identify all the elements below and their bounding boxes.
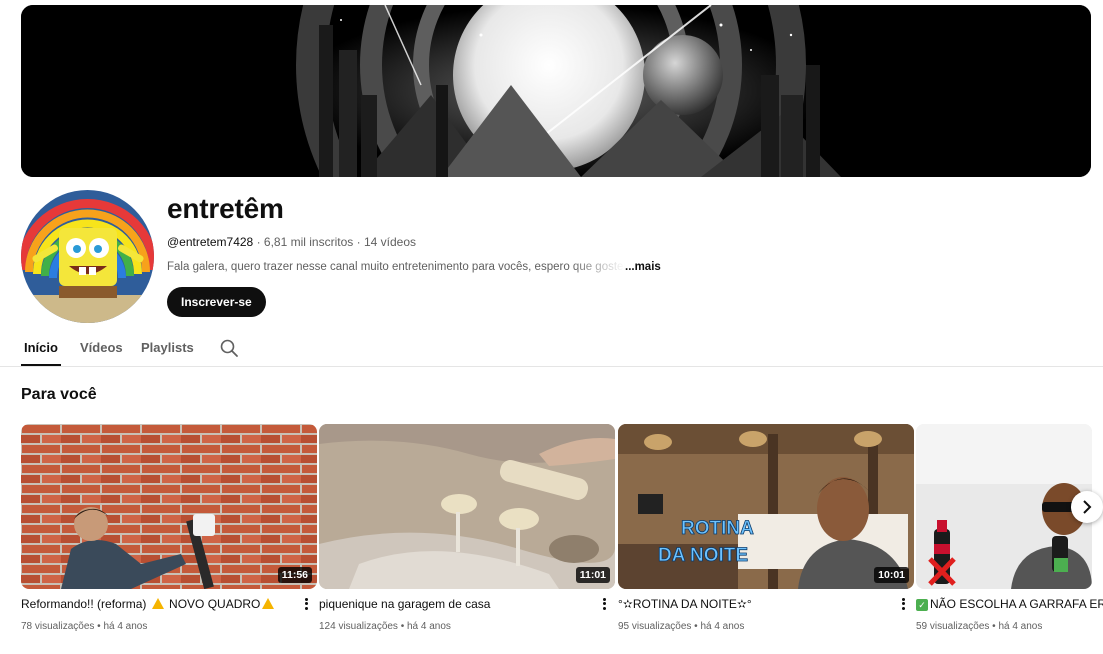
video-views: 95 visualizações (618, 621, 692, 632)
more-link[interactable]: ...mais (625, 261, 661, 273)
channel-meta: @entretem7428 · 6,81 mil inscritos · 14 … (167, 235, 416, 249)
video-thumbnail[interactable]: 11:56 (21, 424, 317, 589)
video-age: há 4 anos (407, 621, 451, 632)
channel-description[interactable]: Fala galera, quero trazer nesse canal mu… (167, 261, 687, 273)
active-tab-indicator (21, 364, 61, 366)
warning-icon (151, 598, 164, 609)
video-title-part: NOVO QUADRO (165, 597, 261, 611)
tab-inicio[interactable]: Início (24, 340, 58, 355)
video-title[interactable]: ✓NÃO ESCOLHA A GARRAFA ERRADA (916, 597, 1103, 611)
meta-separator: · (353, 235, 364, 249)
video-meta: 95 visualizações • há 4 anos (618, 621, 744, 632)
video-thumbnail[interactable]: ROTINA DA NOITE 10:01 (618, 424, 914, 589)
video-views: 78 visualizações (21, 621, 95, 632)
more-options-icon[interactable] (599, 596, 609, 614)
carousel-next-button[interactable] (1071, 491, 1103, 523)
video-age: há 4 anos (700, 621, 745, 632)
video-duration: 10:01 (874, 567, 909, 583)
video-title-text: NÃO ESCOLHA A GARRAFA ERRADA (930, 597, 1103, 611)
more-options-icon[interactable] (898, 596, 908, 614)
more-options-icon[interactable] (301, 596, 311, 614)
subscriber-count: 6,81 mil inscritos (263, 235, 354, 249)
video-title[interactable]: Reformando!! (reforma) NOVO QUADRO (21, 597, 291, 611)
video-thumbnail[interactable] (916, 424, 1092, 589)
video-age: há 4 anos (998, 621, 1043, 632)
video-meta: 59 visualizações • há 4 anos (916, 621, 1042, 632)
video-meta: 78 visualizações • há 4 anos (21, 621, 147, 632)
video-title[interactable]: piquenique na garagem de casa (319, 597, 589, 611)
thumbnail-text: ROTINA (681, 518, 754, 539)
subscribe-button[interactable]: Inscrever-se (167, 287, 266, 317)
warning-icon (262, 598, 275, 609)
channel-handle: @entretem7428 (167, 235, 254, 249)
section-title: Para você (21, 386, 97, 403)
channel-avatar[interactable] (21, 190, 154, 323)
video-title[interactable]: °✫ROTINA DA NOITE✫° (618, 597, 888, 611)
meta-separator: • (397, 621, 407, 632)
description-text: Fala galera, quero trazer nesse canal mu… (167, 261, 625, 273)
video-meta: 124 visualizações • há 4 anos (319, 621, 451, 632)
video-duration: 11:01 (575, 567, 610, 583)
video-count: 14 vídeos (363, 235, 416, 249)
video-card[interactable]: ✓NÃO ESCOLHA A GARRAFA ERRADA 59 visuali… (916, 424, 1103, 654)
channel-banner (21, 5, 1091, 177)
search-icon[interactable] (219, 338, 239, 358)
tab-playlists[interactable]: Playlists (141, 340, 194, 355)
video-views: 124 visualizações (319, 621, 398, 632)
video-age: há 4 anos (103, 621, 148, 632)
meta-separator: · (253, 235, 264, 249)
tab-videos[interactable]: Vídeos (80, 340, 123, 355)
checkmark-icon: ✓ (916, 598, 928, 611)
channel-tabs: Início Vídeos Playlists (0, 330, 1103, 367)
video-title-part: Reformando!! (reforma) (21, 597, 150, 611)
video-duration: 11:56 (277, 567, 312, 583)
thumbnail-text: DA NOITE (658, 545, 748, 566)
video-views: 59 visualizações (916, 621, 990, 632)
chevron-right-icon (1083, 500, 1092, 514)
channel-name: entretêm (167, 193, 284, 224)
video-thumbnail[interactable]: 11:01 (319, 424, 615, 589)
